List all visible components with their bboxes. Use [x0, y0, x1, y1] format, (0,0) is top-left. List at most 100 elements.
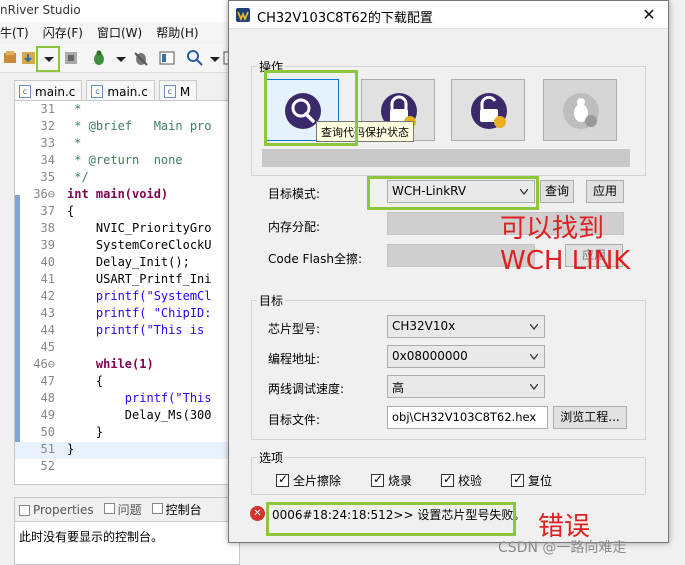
code-text: */: [67, 170, 89, 184]
annotation-find: 可以找到: [500, 214, 605, 244]
code-line: 46⊖ while(1): [15, 357, 239, 374]
program-address-value: 0x08000000: [392, 349, 468, 363]
line-number: 37: [40, 204, 55, 218]
chevron-down-icon: [530, 384, 538, 390]
chevron-down-icon: [530, 324, 538, 330]
tab-console[interactable]: 控制台: [148, 501, 208, 518]
code-text: }: [67, 442, 75, 456]
tab-main-c-3[interactable]: cM: [158, 80, 198, 100]
unlock-icon: [471, 93, 507, 129]
code-text: Delay_Init();: [67, 255, 190, 269]
code-text: {: [67, 204, 75, 218]
code-line: 50 }: [15, 425, 239, 442]
code-text: USART_Printf_Ini: [67, 272, 212, 286]
debug-disable-button[interactable]: [543, 79, 617, 141]
apply-button[interactable]: 应用: [586, 180, 624, 203]
dialog-title: CH32V103C8T62的下载配置: [257, 11, 433, 26]
debug-config-icon[interactable]: [132, 49, 150, 67]
debug-speed-label: 两线调试速度:: [268, 382, 345, 396]
verify-checkbox[interactable]: 校验: [441, 472, 482, 489]
unprotect-code-button[interactable]: [451, 79, 525, 141]
target-file-value: obj\CH32V103C8T62.hex: [392, 410, 537, 424]
line-number: 45: [40, 340, 55, 354]
progress-bar: [262, 149, 630, 167]
browse-project-button[interactable]: 浏览工程...: [553, 406, 627, 429]
code-line: 37 {: [15, 204, 239, 221]
code-text: * @return none: [67, 153, 183, 167]
code-line: 32 * @brief Main pro: [15, 119, 239, 136]
line-number: 39: [40, 238, 55, 252]
query-button-highlight: [264, 70, 358, 146]
options-group-label: 选项: [257, 449, 286, 466]
code-line: 35 */: [15, 170, 239, 187]
program-checkbox[interactable]: 烧录: [371, 472, 412, 489]
chip-model-select[interactable]: CH32V10x: [387, 315, 545, 338]
full-erase-checkbox[interactable]: 全片擦除: [276, 472, 341, 489]
query-button[interactable]: 查询: [540, 180, 574, 203]
tab-label: M: [179, 84, 191, 99]
code-line: 49 Delay_Ms(300: [15, 408, 239, 425]
chevron-down-icon-2[interactable]: [112, 49, 130, 67]
memory-allocation-label: 内存分配:: [268, 220, 321, 234]
tab-main-c-1[interactable]: c main.c: [14, 80, 83, 100]
code-line: 39 SystemCoreClockU: [15, 238, 239, 255]
tab-main-c-2[interactable]: c main.c: [86, 80, 155, 100]
chip-icon[interactable]: [62, 49, 80, 67]
code-text: * @brief Main pro: [67, 119, 212, 133]
bug-disabled-icon: [563, 93, 599, 129]
menu-item-flash[interactable]: 闪存(F): [43, 22, 83, 42]
line-number: 48: [40, 391, 55, 405]
checkbox-label: 校验: [458, 474, 483, 488]
line-number: 40: [40, 255, 55, 269]
ide-menubar: 牛(T) 闪存(F) 窗口(W) 帮助(H): [0, 22, 240, 42]
close-icon[interactable]: ✕: [638, 4, 660, 26]
checkbox-label: 烧录: [388, 474, 413, 488]
menu-item-window[interactable]: 窗口(W): [97, 22, 142, 42]
console-panel: Properties 问题 控制台 此时没有要显示的控制台。: [14, 497, 241, 565]
reset-checkbox[interactable]: 复位: [511, 472, 552, 489]
line-number: 33: [40, 136, 55, 150]
code-text: while(1): [67, 357, 154, 371]
code-text: *: [67, 136, 82, 150]
debug-speed-select[interactable]: 高: [387, 375, 545, 398]
code-line: 38 NVIC_PriorityGro: [15, 221, 239, 238]
line-number: 34: [40, 153, 55, 167]
line-number: 35: [40, 170, 55, 184]
checkbox-box: [276, 472, 289, 487]
target-file-input[interactable]: obj\CH32V103C8T62.hex: [387, 406, 548, 429]
checkbox-box: [371, 472, 384, 487]
debug-speed-value: 高: [392, 381, 405, 395]
bug-icon[interactable]: [90, 49, 108, 67]
code-line: 31 *: [15, 102, 239, 119]
line-number: 31: [40, 102, 55, 116]
search-icon[interactable]: [186, 49, 204, 67]
tab-problems-label: 问题: [117, 503, 142, 517]
build-icon[interactable]: [2, 49, 20, 67]
program-address-select[interactable]: 0x08000000: [387, 345, 545, 368]
console-message: 此时没有要显示的控制台。: [19, 530, 164, 544]
tab-properties-label: Properties: [33, 502, 94, 517]
code-line: 44 printf("This is: [15, 323, 239, 340]
code-line: 34 * @return none: [15, 153, 239, 170]
checkbox-box: [441, 472, 454, 487]
error-icon: ✕: [250, 506, 265, 521]
code-text: printf("SystemCl: [67, 289, 212, 303]
code-line: 47 {: [15, 374, 239, 391]
target-mode-highlight: [367, 176, 539, 210]
tab-properties[interactable]: Properties: [15, 503, 100, 517]
toolbar-download-highlight: [36, 46, 60, 72]
menu-item-help[interactable]: 帮助(H): [156, 22, 198, 42]
line-number: 32: [40, 119, 55, 133]
line-number: 38: [40, 221, 55, 235]
target-file-label: 目标文件:: [268, 413, 321, 427]
layout-icon[interactable]: [158, 49, 176, 67]
menu-item-tools[interactable]: 牛(T): [0, 22, 29, 42]
code-line: 41 USART_Printf_Ini: [15, 272, 239, 289]
checkbox-label: 复位: [528, 474, 553, 488]
tab-problems[interactable]: 问题: [100, 501, 148, 518]
annotation-wch-link: WCH LINK: [500, 246, 631, 276]
line-number: 47: [40, 374, 55, 388]
c-file-icon: c: [163, 85, 176, 98]
chevron-down-icon: [530, 354, 538, 360]
code-editor[interactable]: 31 * 32 * @brief Main pro 33 * 34 * @return…: [14, 100, 240, 485]
